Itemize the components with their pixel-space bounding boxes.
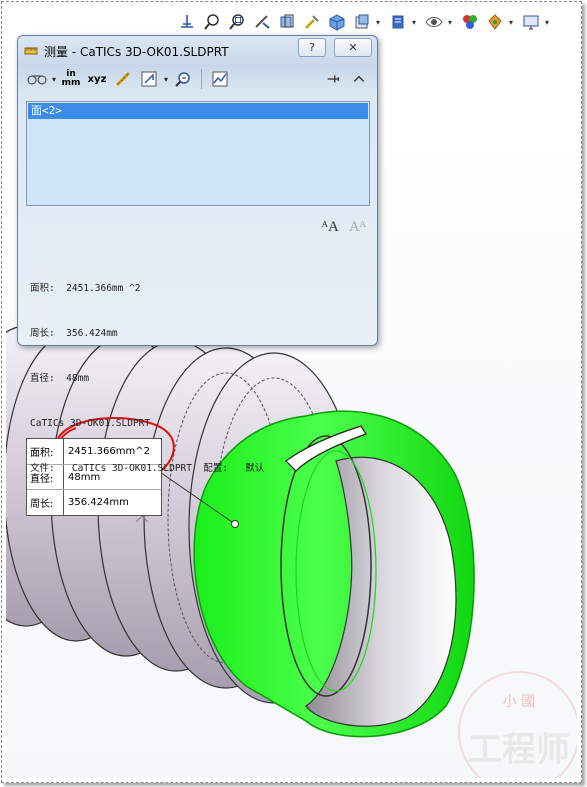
watermark-logo: 小 國 工程师 — [458, 671, 577, 778]
arc-circle-measure-icon[interactable] — [26, 68, 48, 90]
point-to-point-icon[interactable] — [112, 68, 134, 90]
dynamic-annotation-icon[interactable] — [301, 11, 323, 33]
watermark-bottom-text: 工程师 — [468, 730, 570, 770]
zoom-to-fit-icon[interactable] — [201, 11, 223, 33]
result-diameter-line: 直径: 48mm — [30, 373, 90, 384]
create-sensor-icon[interactable] — [209, 68, 231, 90]
hide-show-items-icon[interactable] — [387, 11, 409, 33]
dialog-title: 测量 - CaTICs 3D-OK01.SLDPRT — [44, 44, 229, 59]
zoom-to-area-icon[interactable] — [226, 11, 248, 33]
selection-list[interactable]: 面<2> — [26, 101, 370, 206]
scene-dropdown[interactable]: ▾ — [509, 18, 517, 27]
dialog-title-bar[interactable]: 测量 - CaTICs 3D-OK01.SLDPRT — [24, 42, 229, 60]
previous-view-icon[interactable] — [251, 11, 273, 33]
results-area: ᴬA Aᴬ 面积: 2451.366mm ^2 周长: 356.424mm 直径… — [26, 211, 370, 474]
section-plane-icon[interactable] — [276, 11, 298, 33]
help-button[interactable]: ? — [298, 38, 326, 57]
result-file-line: 文件: CaTICs 3D-OK01.SLDPRT 配置: 默认 — [30, 463, 265, 474]
show-xyz-icon[interactable]: xyz — [86, 68, 108, 90]
result-area-line: 面积: 2451.366mm ^2 — [30, 283, 141, 294]
xyz-label: xyz — [87, 73, 107, 85]
heads-up-toolbar: ▾ ▾ ▾ ▾ ▾ — [176, 10, 553, 34]
result-part-line: CaTICs 3D-OK01.SLDPRT — [30, 418, 151, 429]
display-style-icon[interactable] — [351, 11, 373, 33]
measure-dialog[interactable]: 测量 - CaTICs 3D-OK01.SLDPRT ? ✕ ▾ in mm x… — [17, 35, 378, 474]
measure-app-icon — [24, 47, 38, 55]
view-orientation-icon[interactable] — [326, 11, 348, 33]
result-perimeter-line: 周长: 356.424mm — [30, 328, 118, 339]
increase-text-size-icon[interactable]: ᴬA — [322, 219, 339, 236]
selection-item[interactable]: 面<2> — [28, 103, 368, 119]
measure-history-icon[interactable] — [172, 68, 194, 90]
dialog-toolbar: ▾ in mm xyz ▾ — [26, 64, 370, 94]
apply-scene-icon[interactable] — [484, 11, 506, 33]
projection-icon[interactable] — [138, 68, 160, 90]
eye-dropdown[interactable]: ▾ — [448, 18, 456, 27]
hide-show-dropdown[interactable]: ▾ — [412, 18, 420, 27]
view-settings-icon[interactable] — [520, 11, 542, 33]
section-view-icon[interactable] — [176, 11, 198, 33]
text-size-controls: ᴬA Aᴬ — [322, 219, 366, 236]
arc-dropdown[interactable]: ▾ — [52, 75, 56, 84]
collapse-chevron-up-icon[interactable] — [348, 68, 370, 90]
units-precision-button[interactable]: in mm — [60, 68, 82, 90]
view-settings-dropdown[interactable]: ▾ — [545, 18, 553, 27]
toolbar-separator — [201, 69, 203, 89]
leader-point — [231, 520, 239, 528]
decrease-text-size-icon[interactable]: Aᴬ — [349, 219, 366, 236]
pin-icon[interactable] — [322, 68, 344, 90]
units-label: in mm — [61, 69, 81, 88]
measure-results: 面积: 2451.366mm ^2 周长: 356.424mm 直径: 48mm… — [30, 251, 264, 506]
projection-dropdown[interactable]: ▾ — [164, 75, 168, 84]
display-style-dropdown[interactable]: ▾ — [376, 18, 384, 27]
edit-appearance-icon[interactable] — [459, 11, 481, 33]
close-button[interactable]: ✕ — [334, 38, 372, 57]
eye-icon[interactable] — [423, 11, 445, 33]
watermark-top-text: 小 國 — [503, 694, 535, 710]
